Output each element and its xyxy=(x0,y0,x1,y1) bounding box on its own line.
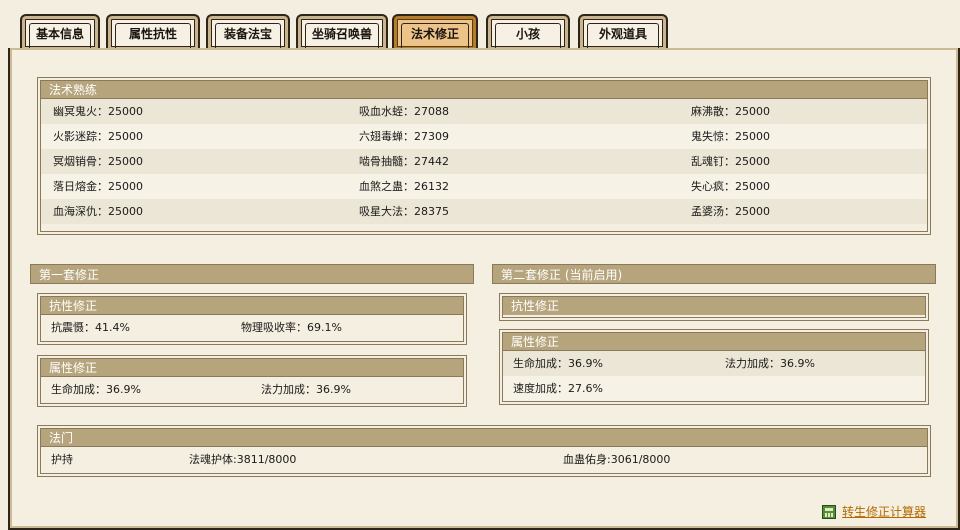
tab-label: 装备法宝 xyxy=(223,26,272,41)
resist-value: 物理吸收率：69.1% xyxy=(241,321,342,334)
mastery-cell: 幽冥鬼火：25000 xyxy=(53,105,143,118)
mastery-cell: 火影迷踪：25000 xyxy=(53,130,143,143)
mastery-cell: 冥烟销骨：25000 xyxy=(53,155,143,168)
mastery-cell: 六翅毒蝉：27309 xyxy=(359,130,449,143)
set2-resist-title: 抗性修正 xyxy=(503,297,925,315)
tab-mount-summon[interactable]: 坐骑召唤兽 xyxy=(296,14,388,50)
tab-label: 基本信息 xyxy=(35,26,84,41)
mastery-cell: 吸星大法：28375 xyxy=(359,205,449,218)
content-frame: 法术熟练 幽冥鬼火：25000 吸血水蛭：27088 麻沸散：25000 火影迷… xyxy=(8,48,960,530)
set1-title: 第一套修正 xyxy=(30,264,474,284)
mastery-cell: 吸血水蛭：27088 xyxy=(359,105,449,118)
mastery-cell: 鬼失惊：25000 xyxy=(691,130,770,143)
set1-attr-title: 属性修正 xyxy=(41,359,463,377)
tab-basic-info[interactable]: 基本信息 xyxy=(20,14,100,50)
school-value: 法魂护体:3811/8000 xyxy=(189,453,297,466)
school-value: 护持 xyxy=(51,453,73,466)
table-row: 血海深仇：25000 吸星大法：28375 孟婆汤：25000 xyxy=(41,199,927,224)
attr-value: 法力加成：36.9% xyxy=(725,357,815,370)
attr-value: 生命加成：36.9% xyxy=(513,357,603,370)
mastery-cell: 麻沸散：25000 xyxy=(691,105,770,118)
tab-strip: 基本信息 属性抗性 装备法宝 坐骑召唤兽 法术修正 小孩 外观道具 xyxy=(0,0,960,50)
table-row: 生命加成：36.9% 法力加成：36.9% xyxy=(41,377,463,402)
mastery-cell: 啮骨抽髓：27442 xyxy=(359,155,449,168)
tab-label: 坐骑召唤兽 xyxy=(311,26,372,41)
spell-mastery-title: 法术熟练 xyxy=(41,81,927,99)
rebirth-calculator-label: 转生修正计算器 xyxy=(841,505,926,519)
set2-resist-panel: 抗性修正 xyxy=(502,296,926,318)
attr-value: 法力加成：36.9% xyxy=(261,383,351,396)
school-panel: 法门 护持 法魂护体:3811/8000 血蛊佑身:3061/8000 xyxy=(40,428,928,474)
mastery-cell: 血海深仇：25000 xyxy=(53,205,143,218)
table-row: 冥烟销骨：25000 啮骨抽髓：27442 乱魂钉：25000 xyxy=(41,149,927,174)
table-row: 抗震慑：41.4% 物理吸收率：69.1% xyxy=(41,315,463,340)
set2-attr-title: 属性修正 xyxy=(503,333,925,351)
spell-mastery-rows: 幽冥鬼火：25000 吸血水蛭：27088 麻沸散：25000 火影迷踪：250… xyxy=(41,99,927,224)
table-row: 生命加成：36.9% 法力加成：36.9% xyxy=(503,351,925,376)
mastery-cell: 血煞之蛊：26132 xyxy=(359,180,449,193)
tab-label: 小孩 xyxy=(515,26,540,41)
attr-value: 生命加成：36.9% xyxy=(51,383,141,396)
mastery-cell: 孟婆汤：25000 xyxy=(691,205,770,218)
mastery-cell: 失心疯：25000 xyxy=(691,180,770,193)
attr-value: 速度加成：27.6% xyxy=(513,382,603,395)
set1-resist-panel: 抗性修正 抗震慑：41.4% 物理吸收率：69.1% xyxy=(40,296,464,342)
tab-appearance-items[interactable]: 外观道具 xyxy=(578,14,668,50)
set1-attr-panel: 属性修正 生命加成：36.9% 法力加成：36.9% xyxy=(40,358,464,404)
school-value: 血蛊佑身:3061/8000 xyxy=(563,453,671,466)
set1-resist-title: 抗性修正 xyxy=(41,297,463,315)
tab-label: 法术修正 xyxy=(410,26,459,41)
tab-label: 外观道具 xyxy=(598,26,647,41)
tab-attribute-resistance[interactable]: 属性抗性 xyxy=(106,14,200,50)
tab-equipment-treasure[interactable]: 装备法宝 xyxy=(206,14,290,50)
mastery-cell: 落日熔金：25000 xyxy=(53,180,143,193)
tab-label: 属性抗性 xyxy=(128,26,177,41)
table-row: 速度加成：27.6% xyxy=(503,376,925,401)
table-row: 幽冥鬼火：25000 吸血水蛭：27088 麻沸散：25000 xyxy=(41,99,927,124)
calculator-icon xyxy=(821,504,836,519)
tab-spell-modifier[interactable]: 法术修正 xyxy=(392,14,478,50)
tab-child[interactable]: 小孩 xyxy=(486,14,570,50)
table-row: 落日熔金：25000 血煞之蛊：26132 失心疯：25000 xyxy=(41,174,927,199)
table-row: 护持 法魂护体:3811/8000 血蛊佑身:3061/8000 xyxy=(41,447,927,472)
rebirth-calculator-link[interactable]: 转生修正计算器 xyxy=(821,503,926,520)
mastery-cell: 乱魂钉：25000 xyxy=(691,155,770,168)
set2-attr-panel: 属性修正 生命加成：36.9% 法力加成：36.9% 速度加成：27.6% xyxy=(502,332,926,402)
set2-title: 第二套修正 (当前启用) xyxy=(492,264,936,284)
resist-value: 抗震慑：41.4% xyxy=(51,321,130,334)
school-title: 法门 xyxy=(41,429,927,447)
table-row: 火影迷踪：25000 六翅毒蝉：27309 鬼失惊：25000 xyxy=(41,124,927,149)
spell-mastery-panel: 法术熟练 幽冥鬼火：25000 吸血水蛭：27088 麻沸散：25000 火影迷… xyxy=(40,80,928,232)
